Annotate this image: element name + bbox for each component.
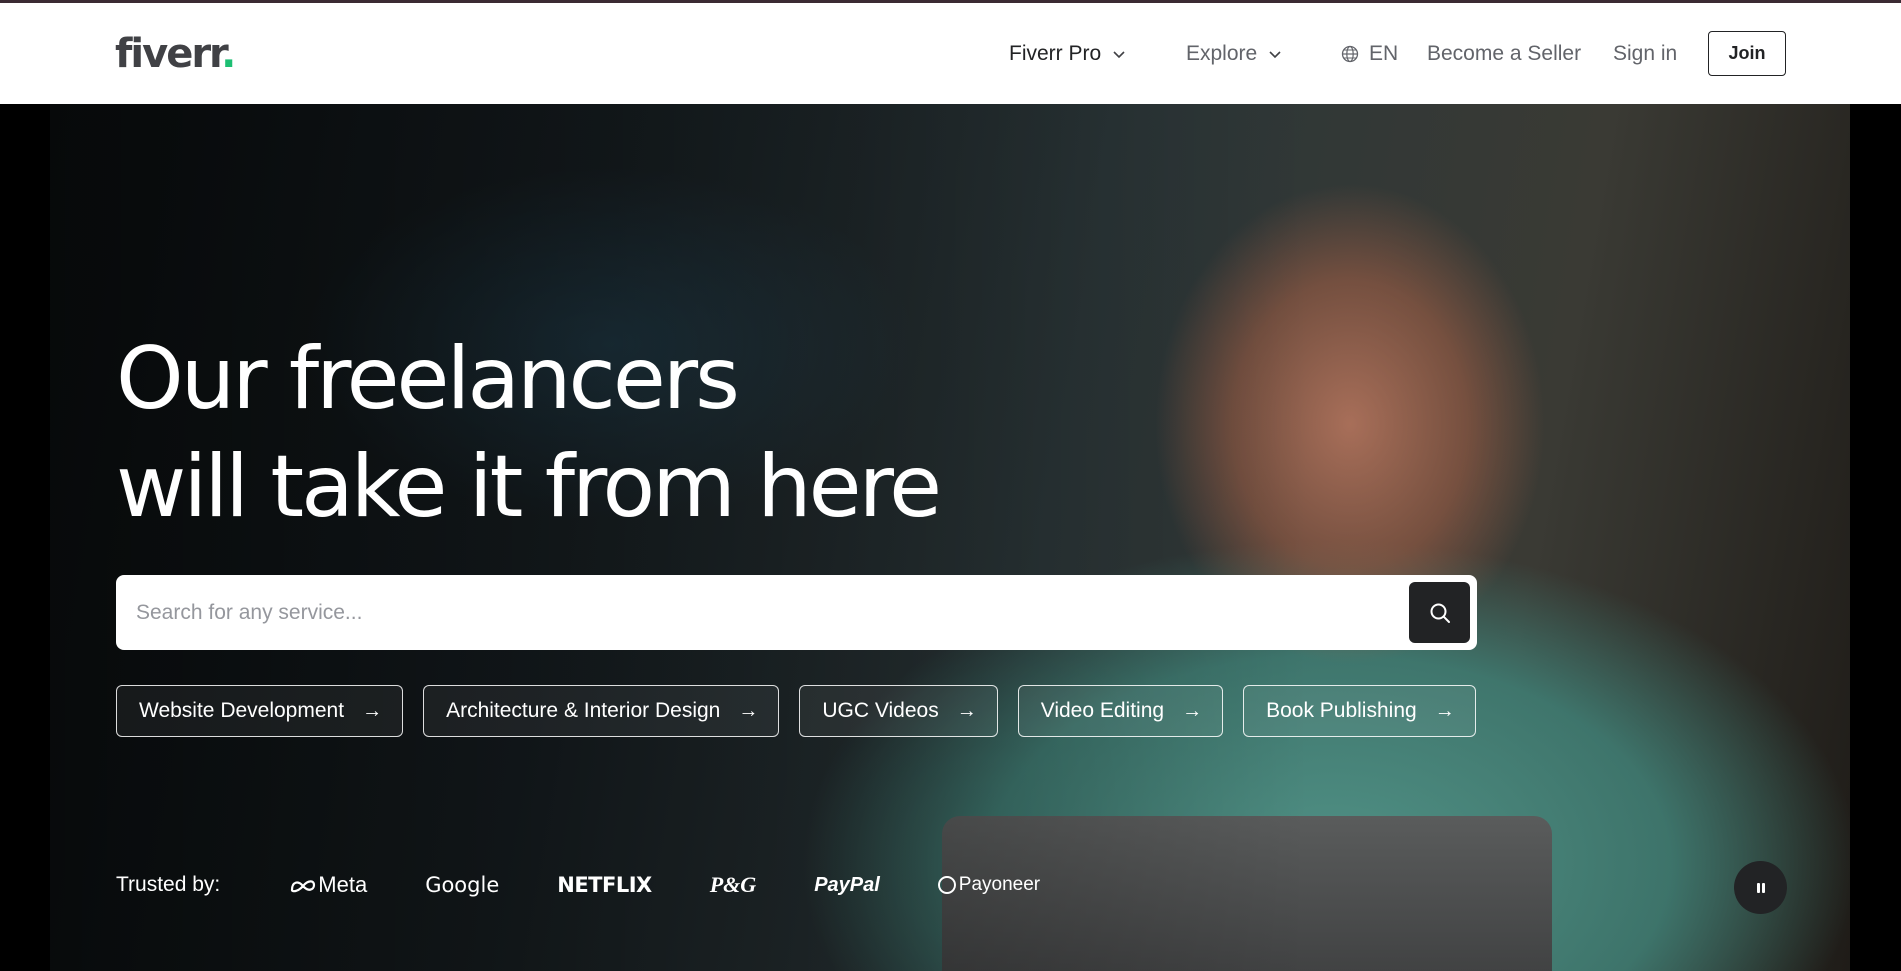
chip-label: Architecture & Interior Design — [446, 699, 721, 722]
payoneer-icon — [937, 876, 956, 894]
nav-explore-label: Explore — [1186, 41, 1258, 65]
chip-architecture-interior-design[interactable]: Architecture & Interior Design → — [423, 685, 780, 737]
arrow-right-icon: → — [1182, 699, 1203, 722]
search-button[interactable] — [1409, 582, 1470, 643]
chevron-down-icon — [1113, 50, 1125, 58]
site-header: fiverr. Fiverr Pro Explore EN Become a S… — [0, 3, 1901, 104]
hero-title: Our freelancers will take it from here — [116, 325, 1016, 541]
arrow-right-icon: → — [956, 699, 977, 722]
chevron-down-icon — [1269, 50, 1281, 58]
join-button[interactable]: Join — [1708, 31, 1786, 76]
nav-fiverr-pro[interactable]: Fiverr Pro — [1009, 3, 1127, 104]
globe-icon — [1341, 45, 1359, 62]
chip-website-development[interactable]: Website Development → — [116, 685, 404, 737]
nav-language[interactable]: EN — [1341, 3, 1398, 104]
chip-label: Video Editing — [1040, 699, 1165, 722]
chip-video-editing[interactable]: Video Editing → — [1017, 685, 1224, 737]
pause-video-button[interactable] — [1734, 861, 1787, 914]
trusted-by-label: Trusted by: — [116, 873, 221, 896]
search-bar — [116, 575, 1477, 650]
nav-become-seller[interactable]: Become a Seller — [1427, 3, 1581, 104]
chip-ugc-videos[interactable]: UGC Videos → — [799, 685, 998, 737]
nav-explore[interactable]: Explore — [1186, 3, 1283, 104]
logo-text: fiverr — [115, 31, 223, 77]
nav-fiverr-pro-label: Fiverr Pro — [1009, 41, 1102, 65]
pause-icon — [1756, 882, 1765, 893]
nav-become-seller-label: Become a Seller — [1427, 41, 1582, 65]
brand-meta: Meta — [290, 872, 367, 898]
hero-title-line-1: Our freelancers — [116, 329, 740, 429]
arrow-right-icon: → — [362, 699, 383, 722]
nav-sign-in-label: Sign in — [1613, 41, 1678, 65]
meta-icon — [291, 880, 316, 893]
logo-dot: . — [221, 31, 236, 77]
fiverr-logo[interactable]: fiverr. — [115, 31, 236, 77]
chip-label: Website Development — [139, 699, 345, 722]
nav-sign-in[interactable]: Sign in — [1613, 3, 1677, 104]
brand-payoneer: Payoneer — [937, 874, 1040, 896]
search-icon — [1430, 603, 1450, 623]
search-input[interactable] — [136, 575, 1386, 650]
arrow-right-icon: → — [1434, 699, 1455, 722]
chip-book-publishing[interactable]: Book Publishing → — [1243, 685, 1476, 737]
trusted-by: Trusted by: Meta Google NETFLIX P&G PayP… — [116, 870, 1098, 900]
brand-google: Google — [425, 873, 500, 897]
chip-label: Book Publishing — [1266, 699, 1417, 722]
arrow-right-icon: → — [738, 699, 759, 722]
brand-netflix: NETFLIX — [557, 873, 652, 897]
brand-paypal: PayPal — [814, 873, 880, 896]
nav-language-label: EN — [1369, 41, 1399, 65]
popular-services: Website Development → Architecture & Inte… — [116, 685, 1476, 737]
hero-title-line-2: will take it from here — [116, 437, 942, 537]
chip-label: UGC Videos — [822, 699, 939, 722]
brand-pg: P&G — [709, 872, 757, 897]
